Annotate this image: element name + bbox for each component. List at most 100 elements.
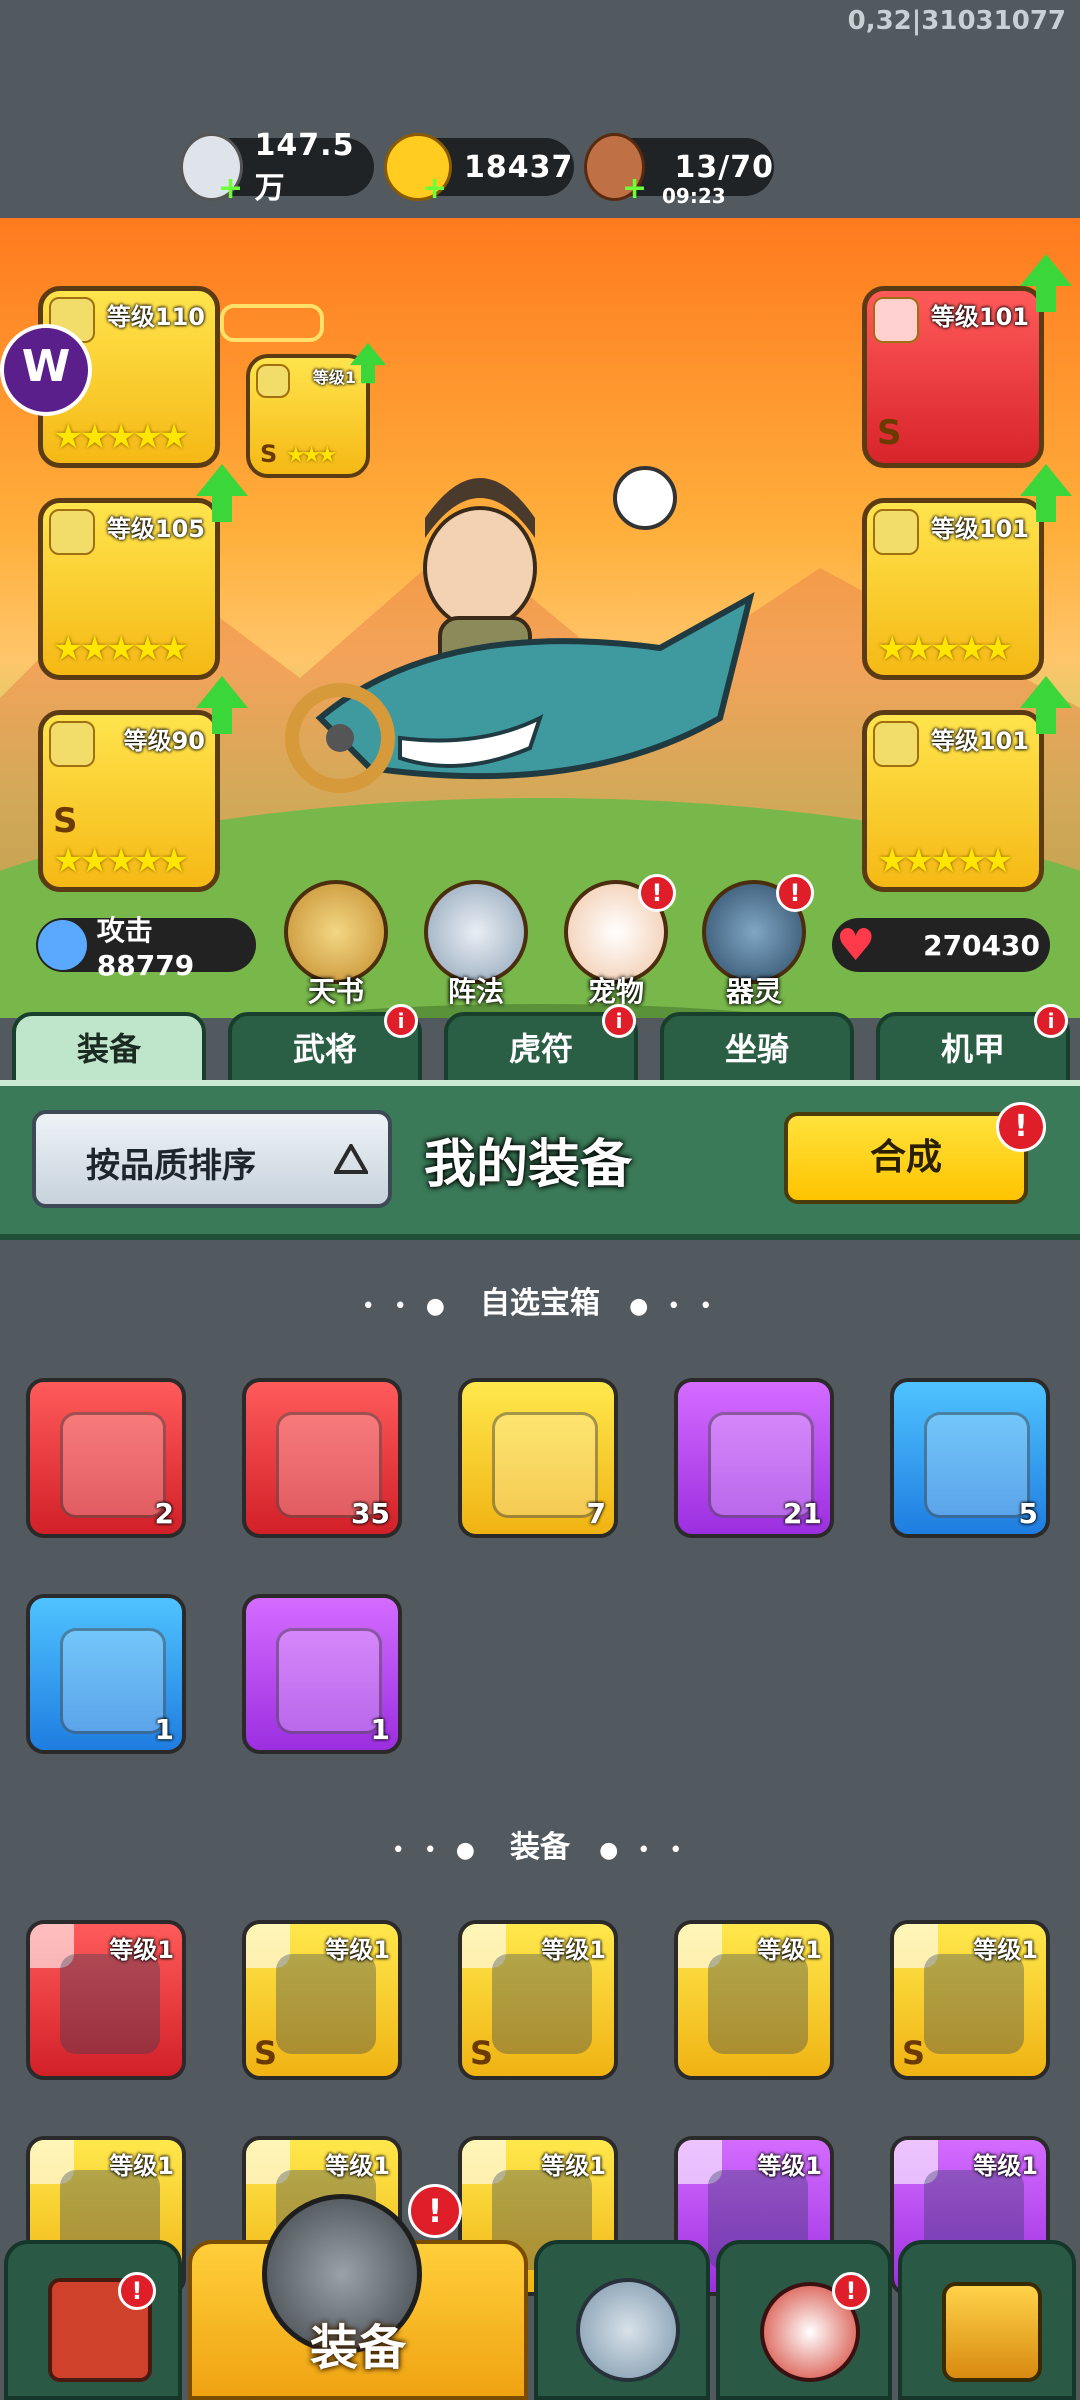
equipment-item[interactable]: 等级1 bbox=[26, 1920, 186, 2080]
silver-value: 147.5万 bbox=[254, 127, 355, 206]
slot-level: 等级110 bbox=[106, 303, 205, 331]
zhenfa-button[interactable]: 阵法 bbox=[416, 880, 528, 1008]
equip-level: 等级1 bbox=[109, 1936, 174, 1964]
equipment-item[interactable]: 等级1 S bbox=[458, 1920, 618, 2080]
chest-count: 2 bbox=[154, 1497, 174, 1530]
slot-type-icon bbox=[873, 297, 919, 343]
slot-stars: ★★★ bbox=[286, 443, 337, 468]
chest-icon bbox=[492, 1412, 598, 1518]
chest-item[interactable]: 5 bbox=[890, 1378, 1050, 1538]
add-stamina-icon[interactable]: + bbox=[622, 171, 647, 206]
chest-count: 21 bbox=[783, 1497, 822, 1530]
equip-level: 等级1 bbox=[325, 1936, 390, 1964]
chest-item[interactable]: 1 bbox=[242, 1594, 402, 1754]
chest-section-header: • • ● 自选宝箱 ● • • bbox=[361, 1286, 719, 1321]
w-logo-icon[interactable]: W bbox=[0, 324, 92, 416]
equip-grade: S bbox=[254, 2034, 278, 2072]
add-gold-icon[interactable]: + bbox=[422, 171, 447, 206]
pet-button[interactable]: 宠物 ! bbox=[556, 874, 676, 1008]
slot-grade: S bbox=[877, 413, 902, 453]
compose-button[interactable]: 合成 bbox=[784, 1112, 1028, 1204]
page-title: 我的装备 bbox=[424, 1135, 633, 1195]
chest-count: 1 bbox=[154, 1713, 174, 1746]
slot-type-icon bbox=[49, 509, 95, 555]
alert-badge: ! bbox=[832, 2272, 870, 2310]
qiling-label: 器灵 bbox=[725, 975, 782, 1008]
add-silver-icon[interactable]: + bbox=[218, 171, 243, 206]
tab-mount[interactable]: 坐骑 bbox=[660, 1012, 854, 1084]
chest-item[interactable]: 2 bbox=[26, 1378, 186, 1538]
upgrade-arrow-icon[interactable] bbox=[1020, 254, 1072, 312]
upgrade-arrow-icon[interactable] bbox=[1020, 676, 1072, 734]
equip-slot-accessory[interactable]: 等级105 ★★★★★ bbox=[38, 498, 220, 680]
qiling-button[interactable]: 器灵 ! bbox=[694, 874, 814, 1008]
equip-slot-helmet[interactable]: 等级90 S ★★★★★ bbox=[38, 710, 220, 892]
sort-label: 按品质排序 bbox=[86, 1146, 256, 1186]
nav-upgrade[interactable] bbox=[898, 2240, 1076, 2400]
equip-level: 等级1 bbox=[973, 1936, 1038, 1964]
chest-item[interactable]: 7 bbox=[458, 1378, 618, 1538]
tianshu-button[interactable]: 天书 bbox=[276, 880, 388, 1008]
equip-level: 等级1 bbox=[325, 2152, 390, 2180]
chest-icon bbox=[60, 1412, 166, 1518]
gold-value: 18437 bbox=[464, 149, 574, 185]
equip-slot-boots[interactable]: 等级101 ★★★★★ bbox=[862, 498, 1044, 680]
equip-level: 等级1 bbox=[541, 1936, 606, 1964]
upgrade-arrow-icon[interactable] bbox=[196, 676, 248, 734]
chest-item[interactable]: 35 bbox=[242, 1378, 402, 1538]
formation-icon bbox=[424, 880, 528, 984]
equip-slot-armor[interactable]: 等级101 S bbox=[862, 286, 1044, 468]
slot-level: 等级101 bbox=[930, 515, 1029, 543]
equipment-art bbox=[276, 1954, 376, 2054]
chest-section-title: 自选宝箱 bbox=[480, 1286, 600, 1321]
chest-icon bbox=[276, 1628, 382, 1734]
slot-grade: S bbox=[260, 440, 278, 468]
slot-stars: ★★★★★ bbox=[877, 629, 1013, 669]
nav-equipment[interactable]: 装备 ! bbox=[188, 2184, 528, 2400]
upgrade-arrow-icon[interactable] bbox=[1020, 464, 1072, 522]
equipment-art bbox=[924, 1954, 1024, 2054]
equipment-item[interactable]: 等级1 S bbox=[242, 1920, 402, 2080]
equip-slot-ring[interactable]: 等级101 ★★★★★ bbox=[862, 710, 1044, 892]
equip-grade: S bbox=[470, 2034, 494, 2072]
chest-item[interactable]: 1 bbox=[26, 1594, 186, 1754]
chest-count: 1 bbox=[370, 1713, 390, 1746]
equipment-item[interactable]: 等级1 S bbox=[890, 1920, 1050, 2080]
equip-grade: S bbox=[902, 2034, 926, 2072]
triangle-up-icon bbox=[334, 1144, 368, 1174]
equipment-art bbox=[708, 1954, 808, 2054]
zhenfa-label: 阵法 bbox=[447, 975, 504, 1008]
equip-level: 等级1 bbox=[541, 2152, 606, 2180]
equip-level: 等级1 bbox=[757, 2152, 822, 2180]
slot-level: 等级90 bbox=[123, 727, 205, 755]
upgrade-arrow-icon[interactable] bbox=[349, 342, 387, 384]
alert-badge: ! bbox=[996, 1102, 1046, 1152]
equipment-item[interactable]: 等级1 bbox=[674, 1920, 834, 2080]
slot-type-icon bbox=[256, 364, 290, 398]
hero-character-plane bbox=[285, 466, 755, 793]
fist-upgrade-icon bbox=[942, 2282, 1042, 2382]
upgrade-arrow-icon[interactable] bbox=[196, 464, 248, 522]
heart-icon: ♥ bbox=[836, 919, 876, 971]
tianshu-label: 天书 bbox=[307, 975, 364, 1008]
hp-stat: ♥ 270430 bbox=[832, 918, 1050, 972]
chest-icon bbox=[924, 1412, 1030, 1518]
nav-events[interactable]: ! bbox=[716, 2240, 892, 2400]
silver-resource[interactable]: 147.5万 + bbox=[180, 128, 374, 206]
nav-shop[interactable]: ! bbox=[4, 2240, 182, 2400]
gold-resource[interactable]: 18437 + bbox=[384, 133, 574, 206]
chest-count: 5 bbox=[1018, 1497, 1038, 1530]
scroll-icon bbox=[284, 880, 388, 984]
chest-item[interactable]: 21 bbox=[674, 1378, 834, 1538]
slot-stars: ★★★★★ bbox=[53, 629, 189, 669]
slot-stars: ★★★★★ bbox=[53, 841, 189, 881]
hero-panel: 等级110 S ★★★★★ 等级105 ★★★★★ 等级90 S ★★★★★ 等… bbox=[0, 218, 1080, 1018]
stamina-timer: 09:23 bbox=[662, 184, 726, 208]
info-badge: i bbox=[602, 1004, 636, 1038]
nav-battle[interactable] bbox=[534, 2240, 710, 2400]
slot-level: 等级101 bbox=[930, 303, 1029, 331]
attack-value: 攻击 88779 bbox=[96, 913, 195, 982]
tab-equipment[interactable]: 装备 bbox=[12, 1012, 206, 1084]
info-badge: i bbox=[1034, 1004, 1068, 1038]
sort-dropdown[interactable]: 按品质排序 bbox=[32, 1110, 392, 1208]
